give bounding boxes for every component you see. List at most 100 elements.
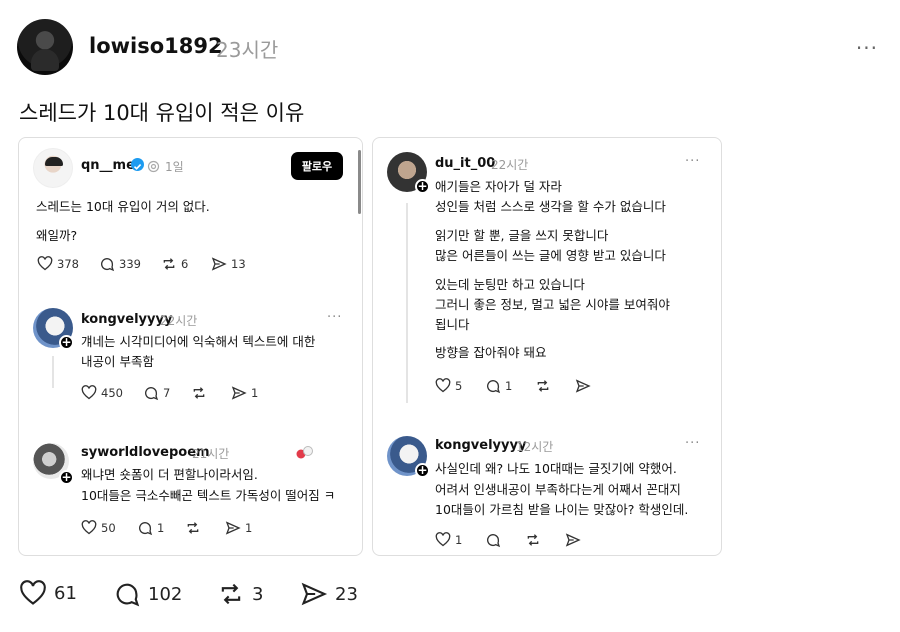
author-avatar[interactable] <box>17 19 73 75</box>
reply-text-line: 그러니 좋은 정보, 멀고 넓은 시야를 보여줘야 <box>435 297 670 312</box>
share-icon <box>575 379 591 393</box>
repost-button[interactable]: 6 <box>161 256 188 272</box>
post-caption: 스레드가 10대 유입이 적은 이유 <box>19 101 305 125</box>
repost-icon <box>163 258 175 270</box>
repost-count: 6 <box>181 257 189 271</box>
post-text-line: 왜일까? <box>36 228 78 243</box>
post-time: 1일 <box>165 160 184 174</box>
comment-button[interactable] <box>485 532 501 548</box>
reply-text-line: 어려서 인생내공이 부족하다는게 어째서 꼰대지 <box>435 482 681 497</box>
screenshot-card-right[interactable]: + du_it_00 22시간 ··· 애기들은 자아가 덜 자라 성인들 처럼… <box>372 137 722 556</box>
reply-text-line: 있는데 눈팅만 하고 있습니다 <box>435 277 585 292</box>
share-icon <box>565 533 581 547</box>
reply-text-line: 10대들이 가르침 받을 나이는 맞잖아? 학생인데. <box>435 502 689 517</box>
scrollbar[interactable] <box>358 150 361 214</box>
repost-icon <box>537 380 549 392</box>
share-count: 23 <box>335 583 358 605</box>
share-count: 13 <box>231 257 246 271</box>
follow-plus-icon[interactable]: + <box>59 335 74 350</box>
heart-icon <box>81 520 97 535</box>
repost-button[interactable] <box>525 532 541 548</box>
comment-icon <box>487 534 501 548</box>
like-button[interactable]: 450 <box>81 385 123 400</box>
like-button[interactable]: 378 <box>37 256 79 271</box>
share-button[interactable]: 13 <box>211 256 246 272</box>
heart-icon <box>20 580 46 605</box>
share-button[interactable]: 1 <box>231 385 258 401</box>
reply-text-line: 걔네는 시각미디어에 익숙해서 텍스트에 대한 <box>81 334 316 349</box>
verified-badge-icon <box>131 158 144 171</box>
repost-icon <box>193 387 205 399</box>
reply-time: 22시간 <box>160 314 198 328</box>
comment-count: 102 <box>148 583 183 605</box>
follow-plus-icon[interactable]: + <box>415 179 430 194</box>
share-button[interactable] <box>565 532 581 548</box>
repost-button[interactable] <box>191 385 207 401</box>
reply-text-line: 왜냐면 숏폼이 더 편할나이라서임. <box>81 467 258 482</box>
like-button[interactable]: 50 <box>81 520 116 535</box>
comment-button[interactable]: 1 <box>137 520 164 536</box>
repost-icon <box>187 522 199 534</box>
more-options-button[interactable]: ··· <box>856 36 878 60</box>
reply-text-line: 애기들은 자아가 덜 자라 <box>435 179 562 194</box>
like-button[interactable]: 5 <box>435 378 462 393</box>
share-button[interactable]: 1 <box>225 520 252 536</box>
reply-text-line: 사실인데 왜? 나도 10대때는 글짓기에 약했어. <box>435 461 677 476</box>
share-button[interactable] <box>575 378 591 394</box>
heart-icon <box>435 378 451 393</box>
share-button[interactable]: 23 <box>300 580 358 608</box>
like-count: 50 <box>101 520 116 535</box>
follow-button[interactable]: 팔로우 <box>291 152 343 180</box>
comment-button[interactable]: 1 <box>485 378 512 394</box>
repost-count: 3 <box>252 583 264 605</box>
repost-icon <box>527 534 539 546</box>
repost-button[interactable] <box>185 520 201 536</box>
post-time: 23시간 <box>216 38 279 62</box>
reply-text-line: 내공이 부족함 <box>81 354 154 369</box>
reply-text-line: 많은 어른들이 쓰는 글에 영향 받고 있습니다 <box>435 248 666 263</box>
more-options-button[interactable]: ··· <box>685 436 700 451</box>
reply-text-line: 읽기만 할 뿐, 글을 쓰지 못합니다 <box>435 228 609 243</box>
comment-icon <box>139 522 153 536</box>
like-count: 378 <box>57 256 79 271</box>
comment-button[interactable]: 7 <box>143 385 170 401</box>
heart-icon <box>37 256 53 271</box>
threads-icon <box>147 158 160 177</box>
screenshot-card-left[interactable]: qn__me 1일 팔로우 스레드는 10대 유입이 거의 없다. 왜일까? 3… <box>18 137 363 556</box>
follow-plus-icon[interactable]: + <box>415 463 430 478</box>
author-username[interactable]: lowiso1892 <box>89 34 223 58</box>
reaction-emoji-icon <box>295 444 315 464</box>
share-icon <box>225 521 241 535</box>
heart-icon <box>435 532 451 547</box>
post-text-line: 스레드는 10대 유입이 거의 없다. <box>36 199 210 214</box>
comment-icon <box>145 387 159 401</box>
comment-count: 1 <box>505 379 513 393</box>
comment-count: 339 <box>119 257 141 271</box>
share-count: 1 <box>245 521 253 535</box>
comment-button[interactable]: 102 <box>113 580 182 608</box>
share-icon <box>231 386 247 400</box>
like-button[interactable]: 1 <box>435 532 462 547</box>
username: kongvelyyyy <box>81 312 173 327</box>
username: kongvelyyyy <box>435 438 527 453</box>
like-count: 61 <box>54 582 77 604</box>
follow-plus-icon[interactable]: + <box>59 470 74 485</box>
thread-line <box>52 356 54 388</box>
like-button[interactable]: 61 <box>19 580 77 606</box>
reply-text-line: 10대들은 극소수빼곤 텍스트 가독성이 떨어짐 ㅋ <box>81 488 336 503</box>
username: qn__me <box>81 158 135 173</box>
comment-icon <box>487 380 501 394</box>
repost-button[interactable]: 3 <box>217 580 263 608</box>
repost-button[interactable] <box>535 378 551 394</box>
reply-time: 21시간 <box>192 447 230 461</box>
more-options-button[interactable]: ··· <box>327 310 342 325</box>
comment-icon <box>116 583 140 607</box>
comment-button[interactable]: 339 <box>99 256 141 272</box>
thread-line <box>406 203 408 403</box>
username: syworldlovepoem <box>81 445 210 460</box>
comment-icon <box>101 258 115 272</box>
reply-time: 12시간 <box>516 440 554 454</box>
more-options-button[interactable]: ··· <box>685 154 700 169</box>
like-count: 450 <box>101 385 123 400</box>
comment-count: 1 <box>157 521 165 535</box>
